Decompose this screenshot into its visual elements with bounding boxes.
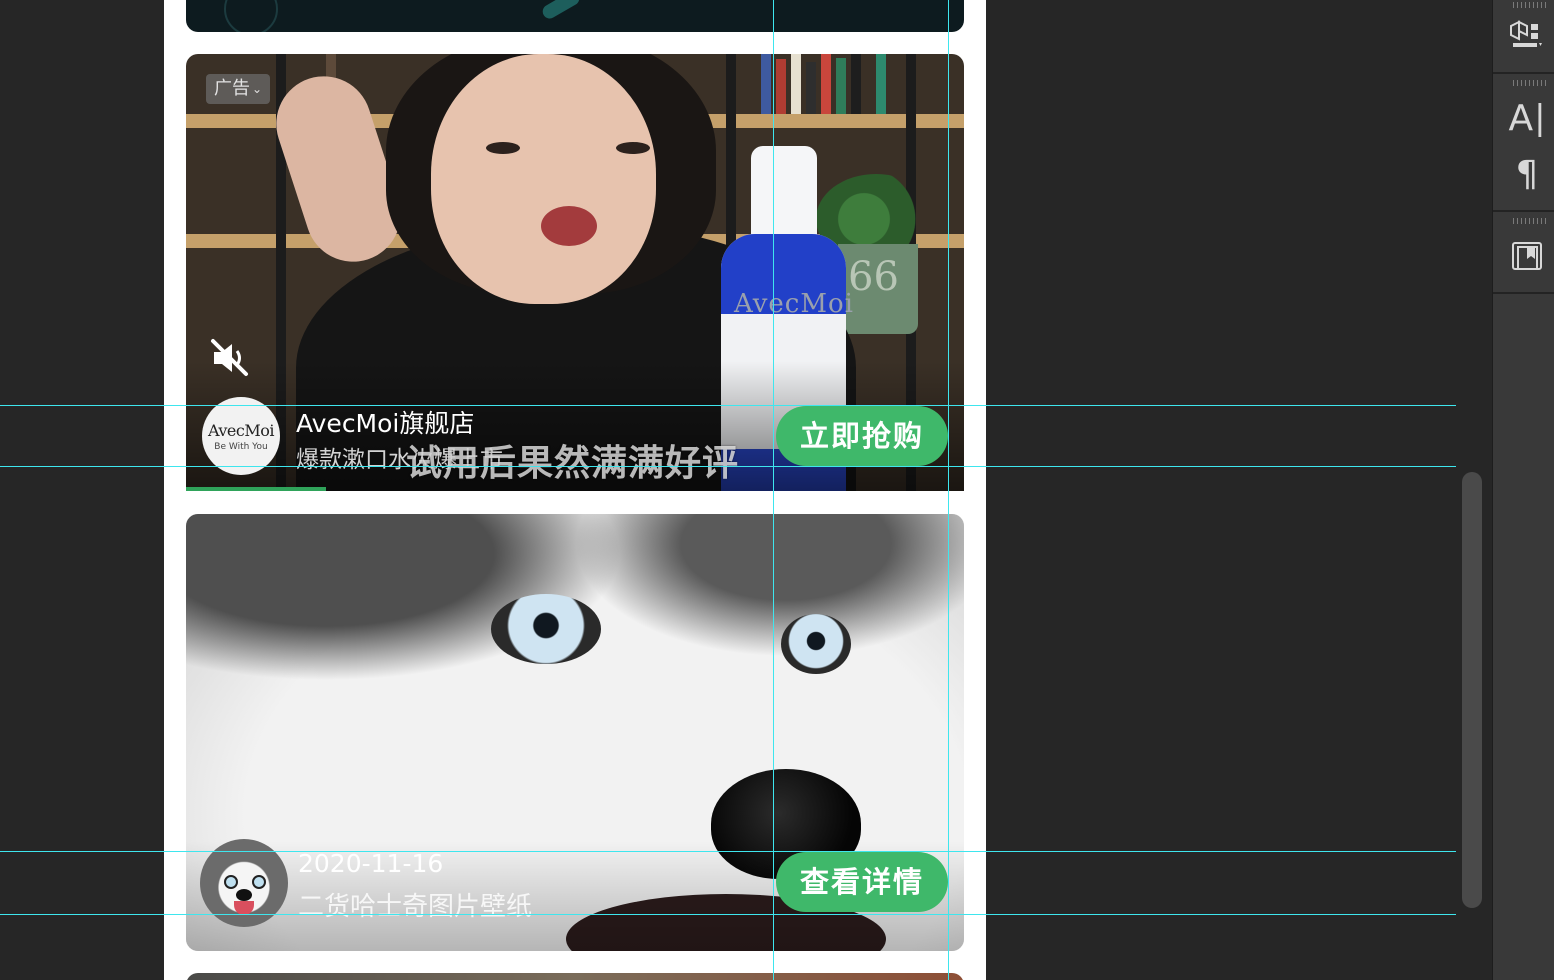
horizontal-guide[interactable] — [0, 851, 1456, 852]
person-eye — [486, 142, 520, 154]
panel-separator — [1493, 292, 1554, 294]
person-face — [431, 54, 656, 304]
book — [776, 59, 786, 114]
husky-eye — [491, 594, 601, 664]
vertical-guide[interactable] — [948, 0, 949, 980]
view-details-button[interactable]: 查看详情 — [776, 852, 948, 912]
decorative-ring — [224, 0, 278, 32]
panel-grip[interactable] — [1513, 2, 1549, 8]
book — [761, 54, 771, 114]
mute-icon[interactable] — [208, 336, 252, 380]
horizontal-guide[interactable] — [0, 405, 1456, 406]
bottle-brand: AvecMoi — [734, 289, 854, 319]
store-avatar[interactable]: AvecMoi Be With You — [202, 397, 280, 475]
ad-video-card[interactable]: 66 AvecMoi 广告 ⌄ AvecMoi Be With You Avec… — [186, 54, 964, 491]
panel-separator — [1493, 210, 1554, 212]
bottle-cap — [751, 146, 817, 244]
character-glyph: A — [1508, 97, 1534, 139]
next-feed-card[interactable] — [186, 973, 964, 980]
panel-grip[interactable] — [1513, 218, 1549, 224]
book — [851, 54, 861, 114]
ad-tag-label: 广告 — [214, 78, 250, 99]
book — [806, 62, 816, 114]
horizontal-guide[interactable] — [0, 914, 1456, 915]
3d-cube-icon[interactable] — [1507, 14, 1547, 54]
post-date: 2020-11-16 — [298, 849, 444, 878]
pot-number: 66 — [848, 254, 899, 300]
store-logo-text: AvecMoi — [207, 420, 275, 440]
panel-separator — [1493, 72, 1554, 74]
video-caption: 试用后果然满满好评 — [406, 443, 740, 484]
vertical-guide[interactable] — [773, 0, 774, 980]
avatar-eye — [224, 875, 238, 889]
character-icon[interactable]: A | — [1507, 97, 1547, 139]
panel-grip[interactable] — [1513, 80, 1549, 86]
video-progress-bar[interactable] — [186, 487, 326, 491]
person-mouth — [541, 206, 597, 246]
post-title[interactable]: 二货哈士奇图片壁纸 — [298, 886, 532, 923]
buy-now-button[interactable]: 立即抢购 — [776, 406, 948, 466]
paragraph-icon[interactable]: ¶ — [1507, 153, 1547, 195]
book — [876, 54, 886, 114]
husky-eye — [781, 614, 851, 674]
vertical-scrollbar-thumb[interactable] — [1462, 472, 1482, 908]
artboard: 66 AvecMoi 广告 ⌄ AvecMoi Be With You Avec… — [164, 0, 986, 980]
chevron-down-icon: ⌄ — [252, 82, 263, 96]
image-post-card[interactable]: 2020-11-16 二货哈士奇图片壁纸 查看详情 — [186, 514, 964, 951]
avatar-tongue — [234, 901, 254, 915]
avatar-eye — [252, 875, 266, 889]
book — [791, 54, 801, 114]
previous-feed-card[interactable] — [186, 0, 964, 32]
ad-tag-dropdown[interactable]: 广告 ⌄ — [206, 74, 271, 104]
tool-panel: A | ¶ — [1492, 0, 1554, 980]
glyphs-icon[interactable] — [1507, 236, 1547, 276]
person-eye — [616, 142, 650, 154]
book — [836, 58, 846, 114]
horizontal-guide[interactable] — [0, 466, 1456, 467]
book — [821, 54, 831, 114]
avatar-nose — [236, 889, 252, 901]
paragraph-glyph: ¶ — [1515, 153, 1539, 195]
store-logo-slogan: Be With You — [214, 441, 268, 452]
decorative-glow — [540, 0, 582, 22]
